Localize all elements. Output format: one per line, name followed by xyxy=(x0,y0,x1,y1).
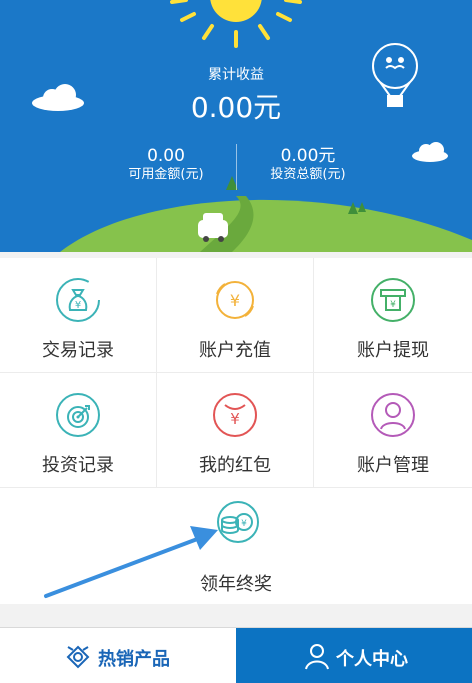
header-illustration xyxy=(32,0,472,252)
page: 累计收益 0.00元 0.00 可用金额(元) 0.00元 投资总额(元) ¥ … xyxy=(0,0,472,683)
tab-hot-products[interactable]: 热销产品 xyxy=(0,628,236,683)
invest-total-label: 投资总额(元) xyxy=(270,167,346,182)
menu-withdraw-label: 账户提现 xyxy=(357,340,429,361)
red-packet-yuan-icon: ¥ xyxy=(213,393,257,437)
menu-trade-record-label: 交易记录 xyxy=(42,340,114,361)
menu-recharge[interactable]: ¥ 账户充值 xyxy=(157,258,314,373)
cloud-right-icon xyxy=(412,142,448,162)
svg-text:¥: ¥ xyxy=(230,410,240,428)
cumulative-earnings-label: 累计收益 xyxy=(208,67,264,83)
svg-text:¥: ¥ xyxy=(241,519,247,529)
atm-withdraw-icon: ¥ xyxy=(371,278,415,322)
bottom-nav: 热销产品 个人中心 xyxy=(0,627,472,683)
svg-text:¥: ¥ xyxy=(230,291,240,310)
menu-withdraw[interactable]: ¥ 账户提现 xyxy=(314,258,472,373)
menu-invest-record[interactable]: 投资记录 xyxy=(0,373,157,488)
pointer-arrow xyxy=(44,526,218,598)
invest-total: 0.00元 投资总额(元) xyxy=(218,146,398,184)
invest-total-value: 0.00元 xyxy=(280,146,336,166)
cumulative-earnings-value: 0.00元 xyxy=(190,91,282,124)
menu-trade-record[interactable]: ¥ 交易记录 xyxy=(0,258,157,373)
menu-account-manage[interactable]: 账户管理 xyxy=(314,373,472,488)
menu-red-packet[interactable]: ¥ 我的红包 xyxy=(157,373,314,488)
person-icon xyxy=(305,644,329,670)
svg-text:¥: ¥ xyxy=(75,300,81,311)
menu-recharge-label: 账户充值 xyxy=(199,340,271,361)
money-bag-yuan-icon: ¥ xyxy=(56,278,100,322)
sun-icon xyxy=(170,0,302,48)
tab-hot-products-label: 热销产品 xyxy=(98,649,170,670)
earnings-header: 累计收益 0.00元 0.00 可用金额(元) 0.00元 投资总额(元) xyxy=(0,0,472,252)
target-icon xyxy=(56,393,100,437)
svg-text:¥: ¥ xyxy=(390,300,396,310)
menu-red-packet-label: 我的红包 xyxy=(199,455,271,476)
tab-personal-center[interactable]: 个人中心 xyxy=(236,628,472,683)
yuan-circle-icon: ¥ xyxy=(216,281,254,319)
hot-products-icon xyxy=(66,645,90,669)
menu-invest-record-label: 投资记录 xyxy=(42,455,114,476)
menu-account-manage-label: 账户管理 xyxy=(357,455,429,476)
user-avatar-icon xyxy=(371,393,415,437)
tab-personal-center-label: 个人中心 xyxy=(336,649,408,670)
